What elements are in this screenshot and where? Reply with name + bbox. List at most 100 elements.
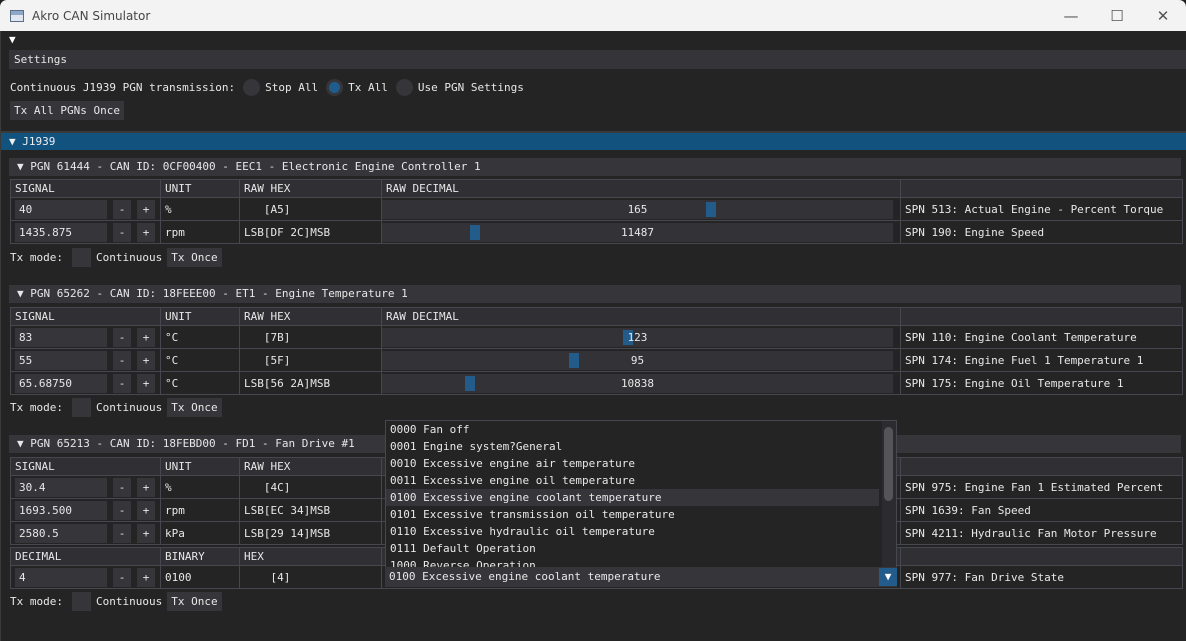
continuous-checkbox[interactable] bbox=[71, 397, 91, 417]
signal-value-input[interactable]: 65.68750 bbox=[15, 373, 107, 393]
continuous-label[interactable]: Continuous bbox=[96, 251, 162, 264]
decrement-button[interactable]: - bbox=[113, 477, 131, 497]
raw-decimal-slider[interactable]: 123 bbox=[382, 327, 893, 347]
table-row: 1435.875- + rpm LSB[DF 2C]MSB 11487 SPN 1… bbox=[10, 220, 1183, 244]
dropdown-option[interactable]: 0000 Fan off bbox=[386, 421, 879, 438]
signal-value-input[interactable]: 83 bbox=[15, 327, 107, 347]
continuous-label[interactable]: Continuous bbox=[96, 595, 162, 608]
increment-button[interactable]: + bbox=[137, 327, 155, 347]
tx-mode-label: Tx mode: bbox=[10, 250, 63, 264]
increment-button[interactable]: + bbox=[137, 523, 155, 543]
app-icon bbox=[10, 9, 24, 22]
hex-value: [4] bbox=[239, 565, 382, 589]
radio-use-pgn-settings[interactable] bbox=[395, 78, 413, 96]
spn-description: SPN 1639: Fan Speed bbox=[900, 498, 1183, 522]
decrement-button[interactable]: - bbox=[113, 500, 131, 520]
tx-once-button[interactable]: Tx Once bbox=[167, 397, 222, 417]
unit: % bbox=[160, 475, 240, 499]
tx-once-button[interactable]: Tx Once bbox=[167, 591, 222, 611]
increment-button[interactable]: + bbox=[137, 373, 155, 393]
increment-button[interactable]: + bbox=[137, 350, 155, 370]
col-raw-hex: RAW HEX bbox=[239, 457, 382, 476]
pgn-65262-header[interactable]: ▼ PGN 65262 - CAN ID: 18FEEE00 - ET1 - E… bbox=[9, 285, 1181, 303]
binary-value: 0100 bbox=[160, 565, 240, 589]
unit: kPa bbox=[160, 521, 240, 545]
dropdown-option[interactable]: 0111 Default Operation bbox=[386, 540, 879, 557]
decrement-button[interactable]: - bbox=[113, 199, 131, 219]
decrement-button[interactable]: - bbox=[113, 222, 131, 242]
raw-decimal-slider[interactable]: 95 bbox=[382, 350, 893, 370]
continuous-checkbox[interactable] bbox=[71, 591, 91, 611]
increment-button[interactable]: + bbox=[137, 500, 155, 520]
radio-tx-all[interactable] bbox=[326, 78, 344, 96]
dropdown-option[interactable]: 0010 Excessive engine air temperature bbox=[386, 455, 879, 472]
tx-mode-label: Tx mode: bbox=[10, 400, 63, 414]
col-raw-hex: RAW HEX bbox=[239, 307, 382, 326]
raw-decimal-value: 11487 bbox=[620, 225, 655, 239]
raw-decimal-slider[interactable]: 165 bbox=[382, 199, 893, 219]
col-unit: UNIT bbox=[160, 457, 240, 476]
raw-hex: [5F] bbox=[239, 348, 382, 372]
spn-description: SPN 110: Engine Coolant Temperature bbox=[900, 325, 1183, 349]
signal-value-input[interactable]: 2580.5 bbox=[15, 523, 107, 543]
tx-all-pgns-once-button[interactable]: Tx All PGNs Once bbox=[10, 100, 124, 120]
chevron-down-icon[interactable]: ▼ bbox=[879, 568, 897, 586]
unit: °C bbox=[160, 371, 240, 395]
dropdown-scrollbar-thumb[interactable] bbox=[884, 427, 893, 501]
tx-mode-label: Tx mode: bbox=[10, 594, 63, 608]
increment-button[interactable]: + bbox=[137, 477, 155, 497]
decrement-button[interactable]: - bbox=[113, 327, 131, 347]
dropdown-option[interactable]: 0110 Excessive hydraulic oil temperature bbox=[386, 523, 879, 540]
signal-value-input[interactable]: 1693.500 bbox=[15, 500, 107, 520]
raw-hex: LSB[56 2A]MSB bbox=[239, 371, 382, 395]
col-spn bbox=[900, 457, 1183, 476]
increment-button[interactable]: + bbox=[137, 199, 155, 219]
pgn-61444-header[interactable]: ▼ PGN 61444 - CAN ID: 0CF00400 - EEC1 - … bbox=[9, 158, 1181, 176]
tx-once-button[interactable]: Tx Once bbox=[167, 247, 222, 267]
col-raw-decimal: RAW DECIMAL bbox=[381, 307, 901, 326]
dropdown-option[interactable]: 0011 Excessive engine oil temperature bbox=[386, 472, 879, 489]
signal-value-input[interactable]: 40 bbox=[15, 199, 107, 219]
unit: °C bbox=[160, 325, 240, 349]
dropdown-option[interactable]: 0100 Excessive engine coolant temperatur… bbox=[386, 489, 879, 506]
raw-decimal-slider[interactable]: 10838 bbox=[382, 373, 893, 393]
signal-value-input[interactable]: 1435.875 bbox=[15, 222, 107, 242]
dropdown-option[interactable]: 0101 Excessive transmission oil temperat… bbox=[386, 506, 879, 523]
pgn-65213-tx-mode: Tx mode: Continuous Tx Once bbox=[10, 591, 222, 611]
radio-tx-all-label[interactable]: Tx All bbox=[348, 81, 388, 94]
col-unit: UNIT bbox=[160, 179, 240, 198]
decrement-button[interactable]: - bbox=[113, 350, 131, 370]
continuous-checkbox[interactable] bbox=[71, 247, 91, 267]
radio-use-pgn-settings-label[interactable]: Use PGN Settings bbox=[418, 81, 524, 94]
raw-hex: [4C] bbox=[239, 475, 382, 499]
signal-value-input[interactable]: 30.4 bbox=[15, 477, 107, 497]
dropdown-option[interactable]: 0001 Engine system?General bbox=[386, 438, 879, 455]
maximize-button[interactable]: ☐ bbox=[1094, 0, 1140, 31]
decrement-button[interactable]: - bbox=[113, 373, 131, 393]
spn-description: SPN 174: Engine Fuel 1 Temperature 1 bbox=[900, 348, 1183, 372]
minimize-button[interactable]: — bbox=[1048, 0, 1094, 31]
increment-button[interactable]: + bbox=[137, 567, 155, 587]
increment-button[interactable]: + bbox=[137, 222, 155, 242]
fan-drive-state-combo[interactable]: 0100 Excessive engine coolant temperatur… bbox=[385, 567, 897, 587]
col-signal: SIGNAL bbox=[10, 307, 161, 326]
collapse-triangle-icon[interactable]: ▼ bbox=[9, 33, 16, 46]
radio-stop-all-label[interactable]: Stop All bbox=[265, 81, 318, 94]
j1939-header[interactable]: ▼ J1939 bbox=[1, 131, 1186, 150]
unit: °C bbox=[160, 348, 240, 372]
raw-decimal-slider[interactable]: 11487 bbox=[382, 222, 893, 242]
close-button[interactable]: ✕ bbox=[1140, 0, 1186, 31]
continuous-label[interactable]: Continuous bbox=[96, 401, 162, 414]
dropdown-scrollbar[interactable] bbox=[882, 421, 896, 567]
raw-hex: LSB[29 14]MSB bbox=[239, 521, 382, 545]
enum-value-input[interactable]: 4 bbox=[15, 567, 107, 587]
radio-stop-all[interactable] bbox=[243, 78, 261, 96]
col-raw-hex: RAW HEX bbox=[239, 179, 382, 198]
decrement-button[interactable]: - bbox=[113, 523, 131, 543]
col-hex: HEX bbox=[239, 547, 382, 566]
raw-decimal-value: 165 bbox=[627, 202, 648, 216]
raw-hex: LSB[DF 2C]MSB bbox=[239, 220, 382, 244]
decrement-button[interactable]: - bbox=[113, 567, 131, 587]
signal-value-input[interactable]: 55 bbox=[15, 350, 107, 370]
settings-header[interactable]: Settings bbox=[9, 50, 1186, 69]
